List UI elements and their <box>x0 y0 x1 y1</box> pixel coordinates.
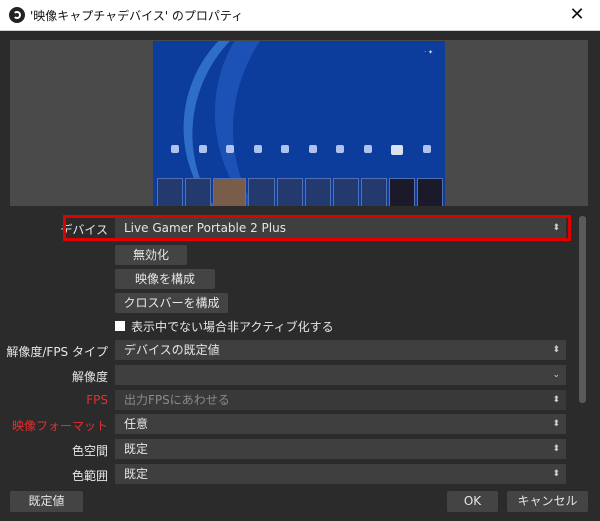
video-format-value: 任意 <box>124 417 149 431</box>
updown-arrow-icon: ⬍ <box>552 419 560 429</box>
preview-area: · ✦ <box>10 40 588 206</box>
color-space-select[interactable]: 既定 ⬍ <box>115 439 566 459</box>
updown-arrow-icon: ⬍ <box>552 469 560 479</box>
scrollbar-thumb[interactable] <box>579 216 586 403</box>
properties-scrollbar[interactable] <box>578 213 588 487</box>
color-range-select[interactable]: 既定 ⬍ <box>115 464 566 484</box>
updown-arrow-icon: ⬍ <box>552 345 560 355</box>
fps-label: FPS <box>86 393 108 407</box>
video-format-label: 映像フォーマット <box>11 419 108 433</box>
video-preview: · ✦ <box>153 41 445 206</box>
preview-menu-icons <box>171 145 431 159</box>
color-space-value: 既定 <box>124 442 149 456</box>
color-range-value: 既定 <box>124 467 149 481</box>
deactivate-when-hidden-label: 表示中でない場合非アクティブ化する <box>131 320 334 334</box>
updown-arrow-icon: ⬍ <box>552 444 560 454</box>
close-button[interactable]: ✕ <box>554 0 600 30</box>
configure-crossbar-button[interactable]: クロスバーを構成 <box>115 293 228 313</box>
video-format-select[interactable]: 任意 ⬍ <box>115 414 566 434</box>
cancel-button[interactable]: キャンセル <box>507 491 588 512</box>
window-title: '映像キャプチャデバイス' のプロパティ <box>30 9 244 23</box>
preview-tiles <box>157 178 443 206</box>
color-space-label: 色空間 <box>71 444 108 458</box>
updown-arrow-icon: ⬍ <box>552 395 560 405</box>
fps-select: 出力FPSにあわせる ⬍ <box>115 390 566 410</box>
title-bar: '映像キャプチャデバイス' のプロパティ ✕ <box>0 0 600 31</box>
chevron-down-icon: ⌄ <box>552 370 560 380</box>
deactivate-when-hidden-checkbox[interactable] <box>115 321 125 331</box>
res-fps-type-label: 解像度/FPS タイプ <box>6 345 108 359</box>
preview-status: · ✦ <box>424 49 433 56</box>
res-fps-type-value: デバイスの既定値 <box>124 343 220 357</box>
res-fps-type-select[interactable]: デバイスの既定値 ⬍ <box>115 340 566 360</box>
ok-button[interactable]: OK <box>447 491 498 512</box>
fps-value: 出力FPSにあわせる <box>124 393 230 407</box>
resolution-combo[interactable]: ⌄ <box>115 365 566 385</box>
resolution-label: 解像度 <box>71 370 108 384</box>
obs-icon <box>9 7 25 23</box>
device-highlight <box>63 215 571 241</box>
defaults-button[interactable]: 既定値 <box>10 491 83 512</box>
deactivate-button[interactable]: 無効化 <box>115 245 187 265</box>
color-range-label: 色範囲 <box>71 469 108 483</box>
configure-video-button[interactable]: 映像を構成 <box>115 269 215 289</box>
